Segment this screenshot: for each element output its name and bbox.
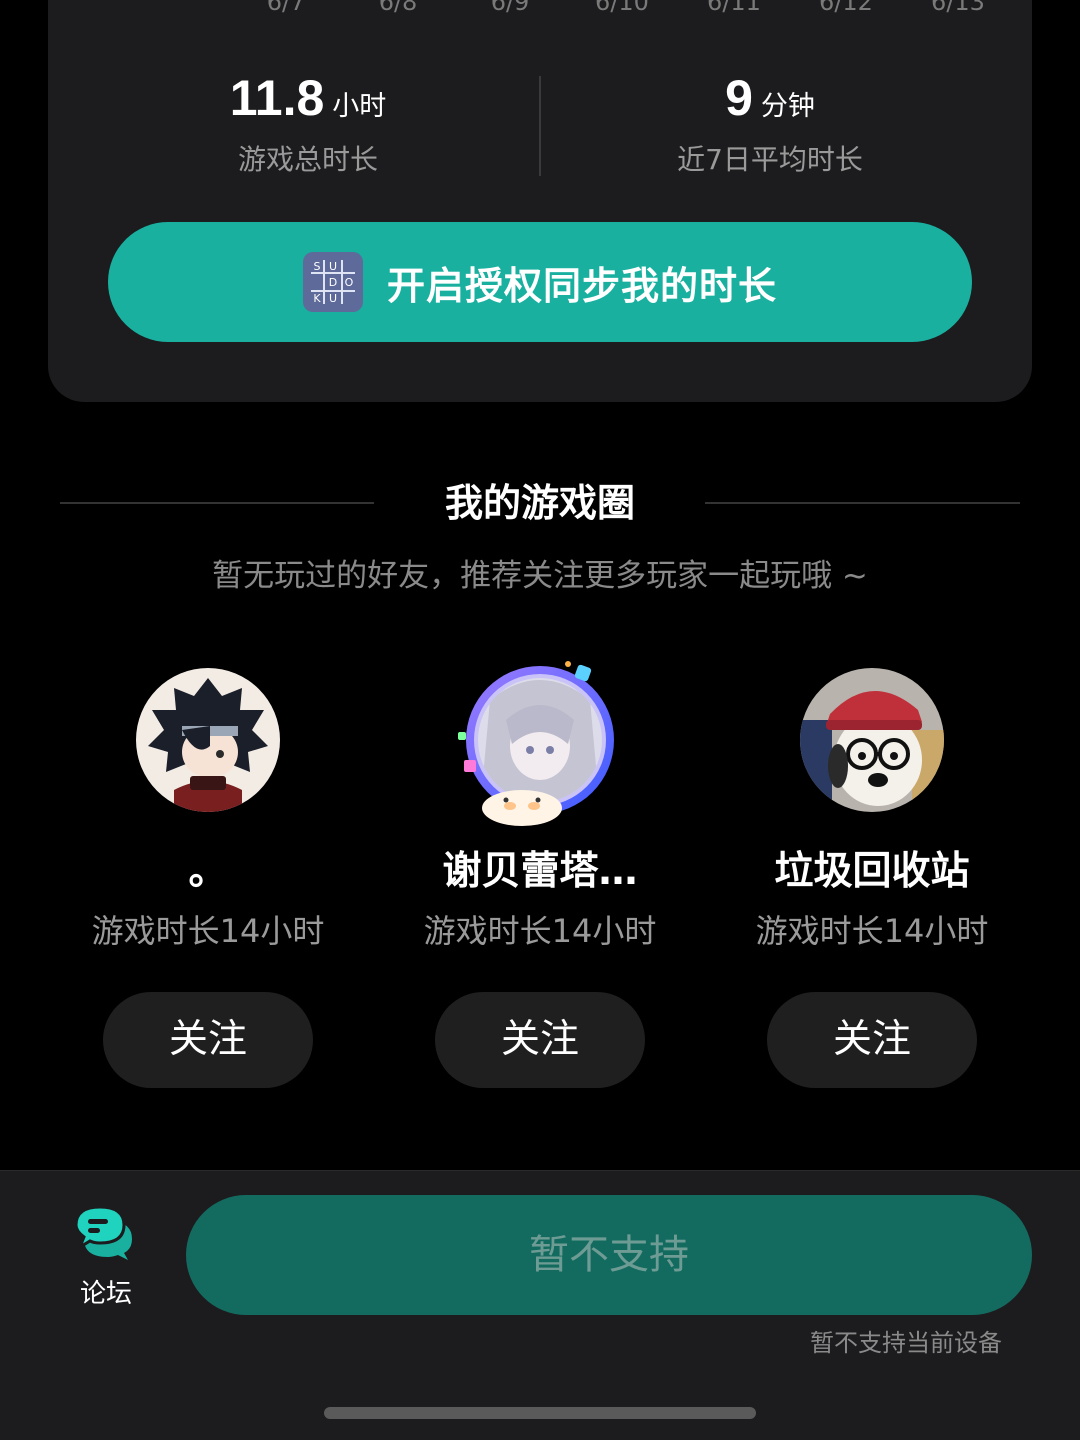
- stat-divider: [539, 76, 541, 176]
- unsupported-device-note: 暂不支持当前设备: [810, 1329, 1002, 1357]
- game-circle-title: 我的游戏圈: [444, 481, 635, 525]
- date-tick: 6/11: [707, 0, 761, 16]
- total-playtime-value: 11.8: [229, 70, 325, 126]
- anime-girl-framed-avatar: [458, 661, 614, 826]
- recommended-friend-card: 。 游戏时长14小时 关注: [42, 660, 374, 1088]
- total-playtime-label: 游戏总时长: [237, 143, 378, 176]
- average-playtime-stat: 9 分钟 近7日平均时长: [550, 68, 990, 178]
- unsupported-button[interactable]: 暂不支持: [186, 1195, 1032, 1315]
- sudoku-letter: S: [313, 260, 320, 273]
- avatar[interactable]: [782, 660, 962, 830]
- average-playtime-label: 近7日平均时长: [677, 143, 863, 176]
- app-page: 6/7 6/8 6/9 6/10 6/11 6/12 6/13 11.8 小时 游…: [0, 0, 1080, 1440]
- date-tick: 6/7: [266, 0, 306, 16]
- bottom-action-bar: 论坛 暂不支持 暂不支持当前设备: [0, 1170, 1080, 1440]
- date-tick: 6/12: [819, 0, 873, 16]
- friend-playtime: 游戏时长14小时: [91, 912, 325, 950]
- date-tick: 6/13: [931, 0, 985, 16]
- game-circle-subtitle: 暂无玩过的好友，推荐关注更多玩家一起玩哦 ~: [212, 558, 868, 594]
- friend-playtime: 游戏时长14小时: [755, 912, 989, 950]
- game-circle-header: 我的游戏圈: [60, 478, 1020, 528]
- total-playtime-stat: 11.8 小时 游戏总时长: [88, 68, 528, 178]
- date-tick: 6/8: [378, 0, 418, 16]
- follow-button[interactable]: 关注: [103, 992, 313, 1088]
- follow-button[interactable]: 关注: [767, 992, 977, 1088]
- total-playtime-unit: 小时: [332, 91, 387, 122]
- forum-tab[interactable]: 论坛: [48, 1203, 164, 1310]
- friend-name: 谢贝蕾塔…: [442, 849, 638, 894]
- sync-playtime-button[interactable]: S U D O K U 开启授权同步我的时长: [108, 222, 972, 342]
- anime-ninja-avatar: [136, 668, 280, 812]
- average-playtime-value: 9: [725, 70, 753, 126]
- sudoku-app-icon: S U D O K U: [302, 252, 363, 312]
- date-axis: 6/7 6/8 6/9 6/10 6/11 6/12 6/13: [230, 0, 1010, 20]
- recommended-friend-card: 垃圾回收站 游戏时长14小时 关注: [706, 660, 1038, 1088]
- sudoku-letter: U: [329, 292, 337, 305]
- sync-playtime-label: 开启授权同步我的时长: [386, 263, 777, 308]
- recommended-friend-card: 谢贝蕾塔… 游戏时长14小时 关注: [374, 660, 706, 1088]
- sudoku-letter: U: [329, 260, 337, 273]
- friend-name: 。: [188, 849, 228, 894]
- follow-button[interactable]: 关注: [435, 992, 645, 1088]
- chat-bubbles-icon: [74, 1205, 132, 1260]
- forum-label: 论坛: [79, 1279, 132, 1309]
- sudoku-letter: O: [345, 276, 354, 289]
- friend-playtime: 游戏时长14小时: [423, 912, 657, 950]
- home-indicator[interactable]: [324, 1407, 756, 1419]
- avatar[interactable]: [450, 660, 630, 830]
- sudoku-letter: D: [329, 276, 337, 289]
- sudoku-letter: K: [313, 292, 321, 305]
- playtime-stats-card: 6/7 6/8 6/9 6/10 6/11 6/12 6/13 11.8 小时 游…: [48, 0, 1032, 402]
- plush-dog-avatar: [800, 668, 944, 812]
- friend-name: 垃圾回收站: [774, 849, 970, 894]
- date-tick: 6/10: [595, 0, 649, 16]
- avatar[interactable]: [118, 660, 298, 830]
- average-playtime-unit: 分钟: [760, 91, 815, 122]
- date-tick: 6/9: [490, 0, 530, 16]
